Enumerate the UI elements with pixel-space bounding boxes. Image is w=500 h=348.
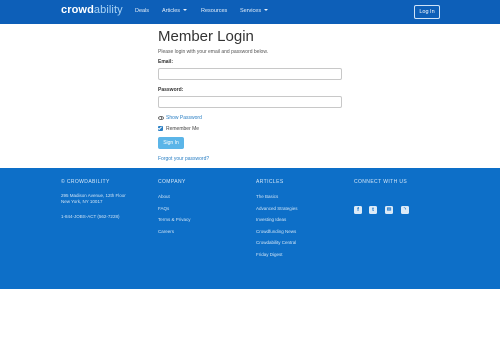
caret-down-icon bbox=[264, 9, 269, 11]
nav-item-label: Services bbox=[240, 8, 262, 14]
checkbox-checked-icon[interactable] bbox=[158, 126, 163, 131]
show-password-link[interactable]: Show Password bbox=[158, 115, 202, 121]
twitter-icon[interactable]: t bbox=[369, 206, 377, 214]
eye-icon bbox=[158, 115, 164, 120]
nav-item-deals[interactable]: Deals bbox=[135, 8, 149, 14]
footer-heading-copyright: © CROWDABILITY bbox=[61, 179, 110, 185]
email-icon[interactable]: ✉ bbox=[385, 206, 393, 214]
crowdability-logo[interactable]: crowdability bbox=[61, 4, 123, 16]
caret-down-icon bbox=[183, 9, 188, 11]
footer-col-articles: ARTICLES The Basics Advanced Strategies … bbox=[256, 179, 298, 257]
footer-heading-articles: ARTICLES bbox=[256, 179, 284, 185]
footer-heading-connect: CONNECT WITH US bbox=[354, 179, 408, 185]
footer: © CROWDABILITY 295 Madison Avenue, 12th … bbox=[0, 168, 500, 289]
brand-light-text: ability bbox=[93, 4, 123, 16]
footer-col-company-info: © CROWDABILITY 295 Madison Avenue, 12th … bbox=[61, 179, 126, 219]
footer-address-line1: 295 Madison Avenue, 12th Floor bbox=[61, 193, 126, 198]
footer-link-basics[interactable]: The Basics bbox=[256, 194, 278, 199]
footer-link-about[interactable]: About bbox=[158, 194, 170, 199]
footer-link-friday-digest[interactable]: Friday Digest bbox=[256, 252, 283, 257]
nav-item-label: Deals bbox=[135, 8, 150, 14]
footer-link-crowdability-central[interactable]: Crowdability Central bbox=[256, 240, 296, 245]
footer-heading-company: COMPANY bbox=[158, 179, 186, 185]
nav-item-articles[interactable]: Articles bbox=[162, 8, 188, 14]
footer-link-terms[interactable]: Terms & Privacy bbox=[158, 217, 191, 222]
footer-address-line2: New York, NY 10017 bbox=[61, 199, 103, 204]
login-form: Member Login Please login with your emai… bbox=[158, 28, 358, 162]
footer-link-crowdfunding-news[interactable]: Crowdfunding News bbox=[256, 229, 296, 234]
brand-main-text: crowd bbox=[61, 4, 94, 16]
facebook-icon[interactable]: f bbox=[354, 206, 362, 214]
footer-col-connect: CONNECT WITH US f t ✉ ◝ bbox=[354, 179, 409, 214]
remember-me-label: Remember Me bbox=[166, 126, 200, 132]
nav-item-label: Articles bbox=[162, 8, 181, 14]
nav-item-resources[interactable]: Resources bbox=[201, 8, 227, 14]
footer-link-careers[interactable]: Careers bbox=[158, 229, 174, 234]
log-in-button[interactable]: Log In bbox=[414, 5, 440, 19]
sign-in-button[interactable]: Sign In bbox=[158, 137, 184, 149]
nav-item-label: Resources bbox=[201, 8, 228, 14]
footer-link-advanced[interactable]: Advanced Strategies bbox=[256, 206, 298, 211]
show-password-label: Show Password bbox=[166, 115, 202, 121]
login-instructions: Please login with your email and passwor… bbox=[158, 49, 269, 55]
rss-icon[interactable]: ◝ bbox=[401, 206, 409, 214]
email-field[interactable] bbox=[158, 68, 342, 80]
forgot-password-link[interactable]: Forgot your password? bbox=[158, 156, 209, 162]
remember-me-checkbox[interactable]: Remember Me bbox=[158, 126, 199, 132]
password-field[interactable] bbox=[158, 96, 342, 108]
footer-phone: 1-844-JOBS-ACT (562-7228) bbox=[61, 214, 120, 219]
nav-item-services[interactable]: Services bbox=[240, 8, 269, 14]
footer-link-faqs[interactable]: FAQs bbox=[158, 206, 169, 211]
page-title: Member Login bbox=[158, 28, 254, 45]
password-label: Password: bbox=[158, 87, 184, 93]
footer-link-investing-ideas[interactable]: Investing Ideas bbox=[256, 217, 286, 222]
footer-col-company: COMPANY About FAQs Terms & Privacy Caree… bbox=[158, 179, 191, 234]
top-navbar: crowdability Deals Articles Resources Se… bbox=[0, 0, 500, 24]
email-label: Email: bbox=[158, 59, 174, 65]
